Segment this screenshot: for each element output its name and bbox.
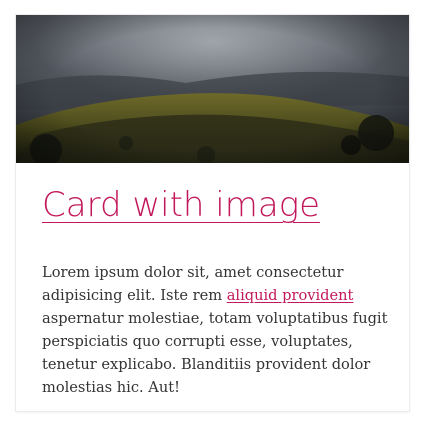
card-title-link[interactable]: Card with image <box>42 182 320 228</box>
inline-link[interactable]: aliquid provident <box>227 287 354 304</box>
card-body-text-end: aspernatur molestiae, totam voluptatibus… <box>42 310 388 396</box>
card: Card with image Lorem ipsum dolor sit, a… <box>16 15 409 411</box>
card-body-text: Lorem ipsum dolor sit, amet consectetur … <box>42 261 392 399</box>
card-image <box>16 15 409 163</box>
